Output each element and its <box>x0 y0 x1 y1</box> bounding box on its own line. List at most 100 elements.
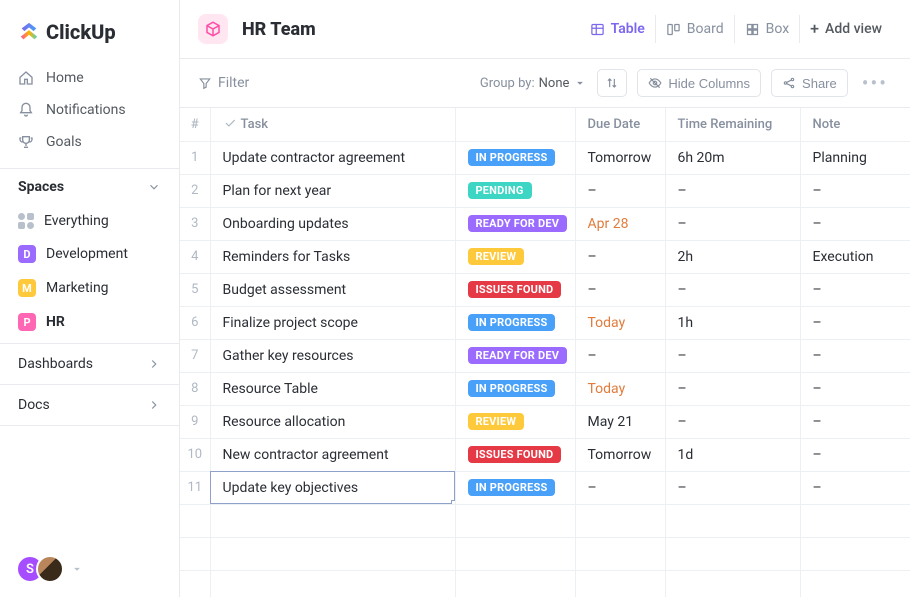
cell-status[interactable]: IN PROGRESS <box>455 372 575 405</box>
cell-due[interactable]: Apr 28 <box>575 207 665 240</box>
cell-due[interactable]: – <box>575 174 665 207</box>
logo[interactable]: ClickUp <box>0 0 179 62</box>
cell-remaining[interactable]: – <box>665 273 800 306</box>
logo-text: ClickUp <box>46 20 116 44</box>
cell-remaining[interactable]: 2h <box>665 240 800 273</box>
caret-down-icon[interactable] <box>70 562 84 576</box>
cell-note[interactable]: – <box>800 207 910 240</box>
section-header-spaces[interactable]: Spaces <box>0 168 179 205</box>
cell-status[interactable]: IN PROGRESS <box>455 471 575 504</box>
add-view-button[interactable]: + Add view <box>799 15 892 43</box>
cell-due[interactable]: Today <box>575 306 665 339</box>
cell-task[interactable]: Resource Table <box>210 372 455 405</box>
cell-note[interactable]: – <box>800 273 910 306</box>
cell-due[interactable]: Today <box>575 372 665 405</box>
cell-status[interactable]: REVIEW <box>455 240 575 273</box>
cell-due[interactable]: – <box>575 471 665 504</box>
cell-note[interactable]: – <box>800 405 910 438</box>
cell-remaining[interactable]: 1d <box>665 438 800 471</box>
cell-status[interactable]: IN PROGRESS <box>455 141 575 174</box>
cell-task[interactable]: Gather key resources <box>210 339 455 372</box>
table-row[interactable]: 6Finalize project scopeIN PROGRESSToday1… <box>180 306 910 339</box>
cell-due[interactable]: May 21 <box>575 405 665 438</box>
cell-note[interactable]: – <box>800 438 910 471</box>
cell-due[interactable]: – <box>575 273 665 306</box>
cell-remaining[interactable]: 1h <box>665 306 800 339</box>
space-everything[interactable]: Everything <box>0 205 179 237</box>
space-item-development[interactable]: DDevelopment <box>0 237 179 271</box>
more-button[interactable]: ••• <box>858 71 892 95</box>
cell-note[interactable]: Planning <box>800 141 910 174</box>
col-header-status[interactable] <box>455 108 575 141</box>
cell-remaining[interactable]: 6h 20m <box>665 141 800 174</box>
cell-note[interactable]: Execution <box>800 240 910 273</box>
table-row[interactable]: 11Update key objectivesIN PROGRESS––– <box>180 471 910 504</box>
cell-remaining[interactable]: – <box>665 207 800 240</box>
cell-remaining[interactable]: – <box>665 372 800 405</box>
cell-status[interactable]: READY FOR DEV <box>455 339 575 372</box>
cell-status[interactable]: IN PROGRESS <box>455 306 575 339</box>
view-tab-board[interactable]: Board <box>655 15 734 43</box>
cell-task[interactable]: Update key objectives <box>210 471 455 504</box>
col-header-note[interactable]: Note <box>800 108 910 141</box>
table-row[interactable]: 8Resource TableIN PROGRESSToday–– <box>180 372 910 405</box>
cell-note[interactable]: – <box>800 339 910 372</box>
table-row-empty[interactable] <box>180 570 910 597</box>
nav-goals[interactable]: Goals <box>0 126 179 158</box>
cell-task[interactable]: Plan for next year <box>210 174 455 207</box>
filter-button[interactable]: Filter <box>198 75 249 91</box>
view-tab-table[interactable]: Table <box>580 15 655 43</box>
nav-dashboards[interactable]: Dashboards <box>0 343 179 384</box>
cell-status[interactable]: PENDING <box>455 174 575 207</box>
table-row[interactable]: 7Gather key resourcesREADY FOR DEV––– <box>180 339 910 372</box>
table-row-empty[interactable] <box>180 537 910 570</box>
col-header-number[interactable]: # <box>180 108 210 141</box>
cell-due[interactable]: – <box>575 339 665 372</box>
cell-remaining[interactable]: – <box>665 405 800 438</box>
col-header-task[interactable]: Task <box>210 108 455 141</box>
cell-note[interactable]: – <box>800 174 910 207</box>
space-item-marketing[interactable]: MMarketing <box>0 271 179 305</box>
avatar-stack[interactable]: S <box>16 555 64 583</box>
table-row[interactable]: 4Reminders for TasksREVIEW–2hExecution <box>180 240 910 273</box>
nav-notifications[interactable]: Notifications <box>0 94 179 126</box>
share-button[interactable]: Share <box>771 69 848 97</box>
table-row[interactable]: 9Resource allocationREVIEWMay 21–– <box>180 405 910 438</box>
cell-remaining[interactable]: – <box>665 471 800 504</box>
table-row[interactable]: 10New contractor agreementISSUES FOUNDTo… <box>180 438 910 471</box>
cell-task[interactable]: Resource allocation <box>210 405 455 438</box>
group-by-select[interactable]: Group by: None <box>480 76 588 91</box>
table-row[interactable]: 1Update contractor agreementIN PROGRESST… <box>180 141 910 174</box>
cell-task[interactable]: Update contractor agreement <box>210 141 455 174</box>
cell-status[interactable]: ISSUES FOUND <box>455 438 575 471</box>
cell-status[interactable]: ISSUES FOUND <box>455 273 575 306</box>
cell-task[interactable]: Budget assessment <box>210 273 455 306</box>
cell-status[interactable]: READY FOR DEV <box>455 207 575 240</box>
cell-due[interactable]: Tomorrow <box>575 438 665 471</box>
col-header-due[interactable]: Due Date <box>575 108 665 141</box>
cell-status[interactable]: REVIEW <box>455 405 575 438</box>
cell-note[interactable]: – <box>800 471 910 504</box>
nav-home[interactable]: Home <box>0 62 179 94</box>
cell-task[interactable]: Reminders for Tasks <box>210 240 455 273</box>
col-header-remaining[interactable]: Time Remaining <box>665 108 800 141</box>
cell-task[interactable]: Finalize project scope <box>210 306 455 339</box>
space-item-hr[interactable]: PHR <box>0 305 179 339</box>
cell-task[interactable]: Onboarding updates <box>210 207 455 240</box>
table-row[interactable]: 3Onboarding updatesREADY FOR DEVApr 28–– <box>180 207 910 240</box>
cell-remaining[interactable]: – <box>665 174 800 207</box>
cell-note[interactable]: – <box>800 372 910 405</box>
table-row[interactable]: 5Budget assessmentISSUES FOUND––– <box>180 273 910 306</box>
hide-columns-button[interactable]: Hide Columns <box>637 69 761 97</box>
cell-due[interactable]: Tomorrow <box>575 141 665 174</box>
sort-button[interactable] <box>597 69 627 97</box>
table-row-empty[interactable] <box>180 504 910 537</box>
cell-remaining[interactable]: – <box>665 339 800 372</box>
view-tab-box[interactable]: Box <box>734 15 800 43</box>
cell-task[interactable]: New contractor agreement <box>210 438 455 471</box>
space-badge[interactable] <box>198 14 228 44</box>
cell-note[interactable]: – <box>800 306 910 339</box>
table-row[interactable]: 2Plan for next yearPENDING––– <box>180 174 910 207</box>
cell-due[interactable]: – <box>575 240 665 273</box>
nav-docs[interactable]: Docs <box>0 384 179 426</box>
